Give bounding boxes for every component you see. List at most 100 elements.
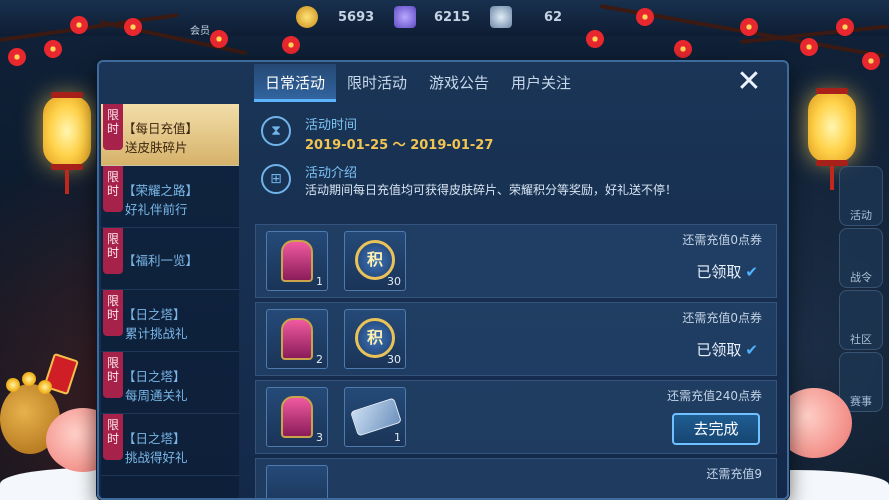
claimed-label: 已领取 <box>696 263 742 281</box>
rail-community-label: 社区 <box>850 333 872 346</box>
rail-activity[interactable]: 活动 <box>839 166 883 226</box>
activity-time-label: 活动时间 <box>305 118 358 133</box>
plum-blossom <box>282 36 300 54</box>
activity-intro-label: 活动介绍 <box>305 166 358 181</box>
activity-content: ⧗ 活动时间 2019-01-25 ～ 2019-01-27 ⊞ 活动介绍 活动… <box>239 104 787 498</box>
lantern-tassel <box>65 170 69 194</box>
token-amount: 62 <box>544 10 563 25</box>
helmet-shape <box>281 240 313 282</box>
plum-blossom <box>70 16 88 34</box>
checkmark-icon: ✔ <box>745 341 758 359</box>
lantern-right <box>808 88 856 166</box>
reward-slot[interactable] <box>266 465 328 498</box>
plum-blossom <box>836 18 854 36</box>
plum-blossom <box>636 8 654 26</box>
reward-row: 3 1 还需充值240点券 去完成 <box>255 380 777 454</box>
item-count: 1 <box>316 275 323 288</box>
gold-amount: 5693 <box>338 10 375 25</box>
rail-community[interactable]: 社区 <box>839 290 883 350</box>
sidebar-item-sub: 累计挑战礼 <box>125 326 188 341</box>
sidebar-item-sub: 送皮肤碎片 <box>125 140 188 155</box>
hourglass-icon: ⧗ <box>261 116 291 146</box>
helmet-shape <box>281 318 313 360</box>
item-count: 1 <box>394 431 401 444</box>
gold-coin-icon <box>22 372 36 386</box>
ticket-icon[interactable]: 1 <box>344 387 406 447</box>
lantern-left <box>43 92 91 170</box>
skin-fragment-icon[interactable]: 3 <box>266 387 328 447</box>
gem-amount: 6215 <box>434 10 471 25</box>
plum-blossom <box>586 30 604 48</box>
token-icon <box>490 6 512 28</box>
honor-points-icon[interactable]: 积 30 <box>344 231 406 291</box>
item-count: 30 <box>387 275 401 288</box>
plum-blossom <box>862 52 880 70</box>
gold-coin-icon <box>6 378 20 392</box>
sidebar-item-sun-tower-1[interactable]: 限时 【日之塔】 累计挑战礼 <box>101 290 239 352</box>
item-count: 30 <box>387 353 401 366</box>
sidebar-item-title: 【日之塔】 <box>123 431 186 446</box>
plum-blossom <box>44 40 62 58</box>
activity-time-value: 2019-01-25 ～ 2019-01-27 <box>305 138 494 153</box>
honor-points-icon[interactable]: 积 30 <box>344 309 406 369</box>
go-complete-button[interactable]: 去完成 <box>672 413 760 445</box>
skin-fragment-icon[interactable]: 2 <box>266 309 328 369</box>
gift-icon: ⊞ <box>261 164 291 194</box>
sidebar-item-title: 【日之塔】 <box>123 307 186 322</box>
sidebar-item-welfare[interactable]: 限时 【福利一览】 <box>101 228 239 290</box>
plum-blossom <box>740 18 758 36</box>
limited-tag: 限时 <box>103 166 123 212</box>
claimed-status: 已领取 ✔ <box>696 261 758 282</box>
reward-row: 2 积 30 还需充值0点券 已领取 ✔ <box>255 302 777 376</box>
sidebar-item-sub: 挑战得好礼 <box>125 450 188 465</box>
rail-pass-label: 战令 <box>850 271 872 284</box>
claimed-status: 已领取 ✔ <box>696 339 758 360</box>
claimed-label: 已领取 <box>696 341 742 359</box>
sidebar-item-title: 【日之塔】 <box>123 369 186 384</box>
sidebar-item-sun-tower-2[interactable]: 限时 【日之塔】 每周通关礼 <box>101 352 239 414</box>
recharge-requirement: 还需充值0点券 <box>682 233 762 247</box>
plum-blossom <box>210 30 228 48</box>
plum-blossom <box>8 48 26 66</box>
sidebar-item-daily-recharge[interactable]: 限时 【每日充值】 送皮肤碎片 <box>101 104 239 166</box>
tab-follow[interactable]: 用户关注 <box>500 64 582 102</box>
sidebar-item-title: 【福利一览】 <box>123 253 199 268</box>
sidebar-item-sub: 好礼伴前行 <box>125 202 188 217</box>
tab-daily-activity[interactable]: 日常活动 <box>254 64 337 102</box>
recharge-requirement: 还需充值0点券 <box>682 311 762 325</box>
limited-tag: 限时 <box>103 104 123 150</box>
sidebar-item-sun-tower-3[interactable]: 限时 【日之塔】 挑战得好礼 <box>101 414 239 476</box>
dialog-tabs: 日常活动 限时活动 游戏公告 用户关注 <box>254 64 582 102</box>
plum-blossom <box>124 18 142 36</box>
recharge-requirement: 还需充值9 <box>706 467 762 481</box>
gem-icon <box>394 6 416 28</box>
activity-sidebar: 限时 【每日充值】 送皮肤碎片 限时 【荣耀之路】 好礼伴前行 限时 【福利一览… <box>101 104 239 498</box>
item-count: 2 <box>316 353 323 366</box>
menu-label[interactable]: 会员 <box>190 22 210 37</box>
plum-blossom <box>800 38 818 56</box>
item-count: 3 <box>316 431 323 444</box>
reward-row: 1 积 30 还需充值0点券 已领取 ✔ <box>255 224 777 298</box>
limited-tag: 限时 <box>103 290 123 336</box>
limited-tag: 限时 <box>103 414 123 460</box>
activity-intro-text: 活动期间每日充值均可获得皮肤碎片、荣耀积分等奖励，好礼送不停！ <box>305 183 678 197</box>
helmet-shape <box>281 396 313 438</box>
skin-fragment-icon[interactable]: 1 <box>266 231 328 291</box>
close-button[interactable]: ✕ <box>734 67 764 98</box>
tab-announcements[interactable]: 游戏公告 <box>418 64 500 102</box>
honor-badge: 积 <box>355 240 395 280</box>
tab-limited-activity[interactable]: 限时活动 <box>336 64 418 102</box>
sidebar-item-title: 【每日充值】 <box>123 121 199 136</box>
gold-coin-icon <box>296 6 318 28</box>
limited-tag: 限时 <box>103 228 123 274</box>
rail-pass[interactable]: 战令 <box>839 228 883 288</box>
limited-tag: 限时 <box>103 352 123 398</box>
sidebar-item-sub: 每周通关礼 <box>125 388 188 403</box>
rail-esports-label: 赛事 <box>850 395 872 408</box>
gold-coin-icon <box>38 380 52 394</box>
sidebar-item-glory-road[interactable]: 限时 【荣耀之路】 好礼伴前行 <box>101 166 239 228</box>
honor-badge: 积 <box>355 318 395 358</box>
reward-row-partial: 还需充值9 <box>255 458 777 498</box>
rail-activity-label: 活动 <box>850 209 872 222</box>
recharge-requirement: 还需充值240点券 <box>667 389 762 403</box>
